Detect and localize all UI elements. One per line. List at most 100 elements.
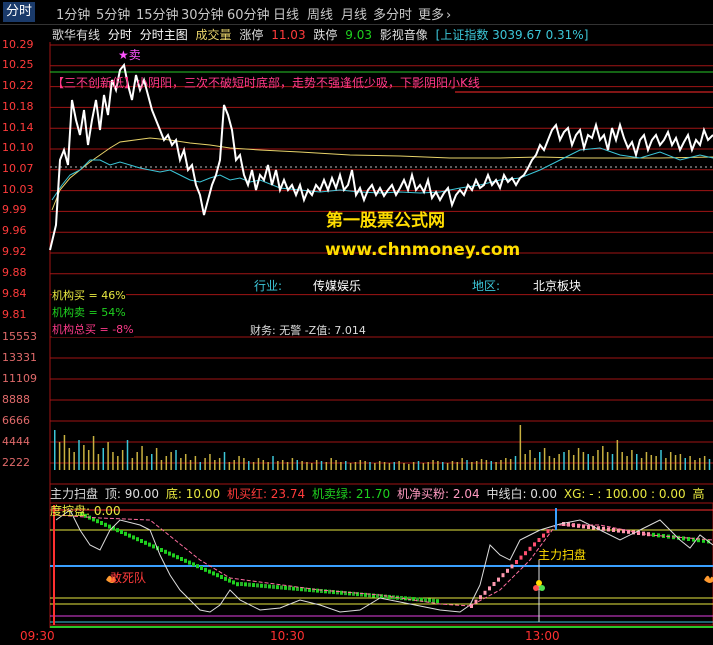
- volume-bar: [209, 454, 211, 470]
- volume-bar: [54, 430, 56, 470]
- volume-bar: [369, 462, 371, 470]
- volume-bar: [112, 452, 114, 470]
- region-value: 北京板块: [533, 279, 582, 293]
- indicator-step: [160, 548, 163, 552]
- indicator-step: [188, 560, 191, 565]
- volume-bar: [480, 459, 483, 470]
- volume-bar: [446, 463, 449, 470]
- volume-bar: [214, 460, 216, 470]
- indicator-top: 顶: 90.00: [104, 487, 160, 501]
- volume-bar: [534, 458, 536, 470]
- volume-bar: [417, 461, 420, 470]
- indicator-step: [479, 595, 482, 600]
- volume-bar: [665, 458, 667, 470]
- volume-bar: [155, 448, 158, 470]
- volume-bar: [529, 450, 531, 470]
- volume-bar: [475, 461, 478, 470]
- indicator-step: [104, 522, 107, 527]
- volume-bar: [543, 448, 546, 470]
- volume-bar: [233, 460, 235, 470]
- indicator-step: [108, 524, 111, 529]
- indicator-mid: 中线白: 0.00: [486, 487, 558, 501]
- volume-bar: [184, 454, 187, 470]
- indicator-step: [524, 551, 527, 556]
- volume-bar: [611, 454, 614, 470]
- volume-bar: [160, 460, 163, 470]
- indicator-step: [176, 555, 179, 560]
- indicator-step: [483, 590, 487, 595]
- indicator-step: [148, 542, 151, 547]
- indicator-step: [316, 588, 319, 593]
- volume-bar: [218, 458, 221, 470]
- indicator-step: [224, 576, 227, 581]
- volume-bar: [587, 454, 589, 470]
- volume-bar: [170, 452, 172, 470]
- indicator-name[interactable]: 主力扫盘: [50, 487, 98, 501]
- indicator-step: [240, 582, 243, 586]
- indicator-step: [519, 555, 523, 560]
- volume-bar: [669, 452, 672, 470]
- volume-bar: [485, 460, 488, 470]
- volume-bar: [165, 456, 168, 470]
- indicator-step: [280, 585, 283, 590]
- main-sweep-label: 主力扫盘: [538, 548, 587, 562]
- volume-bar: [645, 452, 648, 470]
- volume-bar: [349, 463, 352, 470]
- indicator-step: [128, 533, 131, 538]
- indicator-step: [577, 523, 580, 528]
- indicator-step: [537, 538, 541, 542]
- indicator-step: [284, 585, 287, 590]
- volume-bar: [58, 442, 61, 470]
- volume-bar: [277, 461, 279, 470]
- indicator-step: [208, 569, 211, 574]
- indicator-step: [268, 584, 271, 589]
- indicator-step: [528, 546, 532, 551]
- indicator-step: [204, 567, 207, 572]
- volume-bar: [97, 454, 100, 470]
- indicator-step: [602, 526, 605, 531]
- volume-bar: [708, 459, 711, 470]
- indicator-step: [96, 519, 99, 524]
- indicator-step: [542, 533, 545, 538]
- volume-bar: [388, 463, 391, 470]
- volume-bar: [131, 458, 134, 470]
- indicator-green: 机卖绿: 21.70: [311, 487, 391, 501]
- volume-bar: [412, 462, 415, 470]
- volume-bar: [403, 463, 405, 470]
- volume-bar: [393, 462, 395, 470]
- volume-bar: [582, 452, 585, 470]
- indicator-step: [652, 532, 655, 537]
- volume-bar: [606, 452, 609, 470]
- volume-bar: [291, 458, 294, 470]
- dead-team-label: 敢死队: [110, 571, 147, 585]
- industry-label: 行业:: [254, 279, 283, 293]
- volume-bar: [306, 462, 308, 470]
- volume-bar: [73, 452, 75, 470]
- indicator-step: [256, 583, 259, 588]
- indicator-step: [408, 596, 411, 601]
- volume-bar: [262, 460, 265, 470]
- indicator-step: [212, 571, 215, 576]
- volume-bar: [636, 454, 638, 470]
- volume-bar: [378, 461, 381, 470]
- indicator-step: [124, 531, 127, 536]
- indicator-step: [196, 564, 199, 569]
- indicator-step: [116, 528, 119, 533]
- indicator-step: [501, 573, 505, 578]
- volume-bar: [602, 446, 604, 470]
- indicator-step: [272, 584, 275, 589]
- volume-bar: [107, 442, 109, 470]
- indicator-step: [546, 529, 550, 534]
- volume-bar: [340, 462, 342, 470]
- signal-banner-text: 【三不创新低】小阴阳，三次不破短时底部，走势不强逢低少吸，下影阴阳小K线: [52, 76, 480, 90]
- indicator-step: [515, 560, 518, 564]
- volume-bar: [315, 460, 318, 470]
- inst-total-text: 机构总买 = -8%: [52, 321, 134, 337]
- volume-bar: [136, 452, 138, 470]
- volume-bar: [432, 460, 434, 470]
- indicator-step: [436, 599, 439, 604]
- volume-bar: [408, 464, 410, 470]
- finance-text: 财务: 无警 -Z值: 7.014: [250, 324, 366, 337]
- volume-bar: [286, 462, 289, 470]
- volume-bar: [102, 448, 104, 470]
